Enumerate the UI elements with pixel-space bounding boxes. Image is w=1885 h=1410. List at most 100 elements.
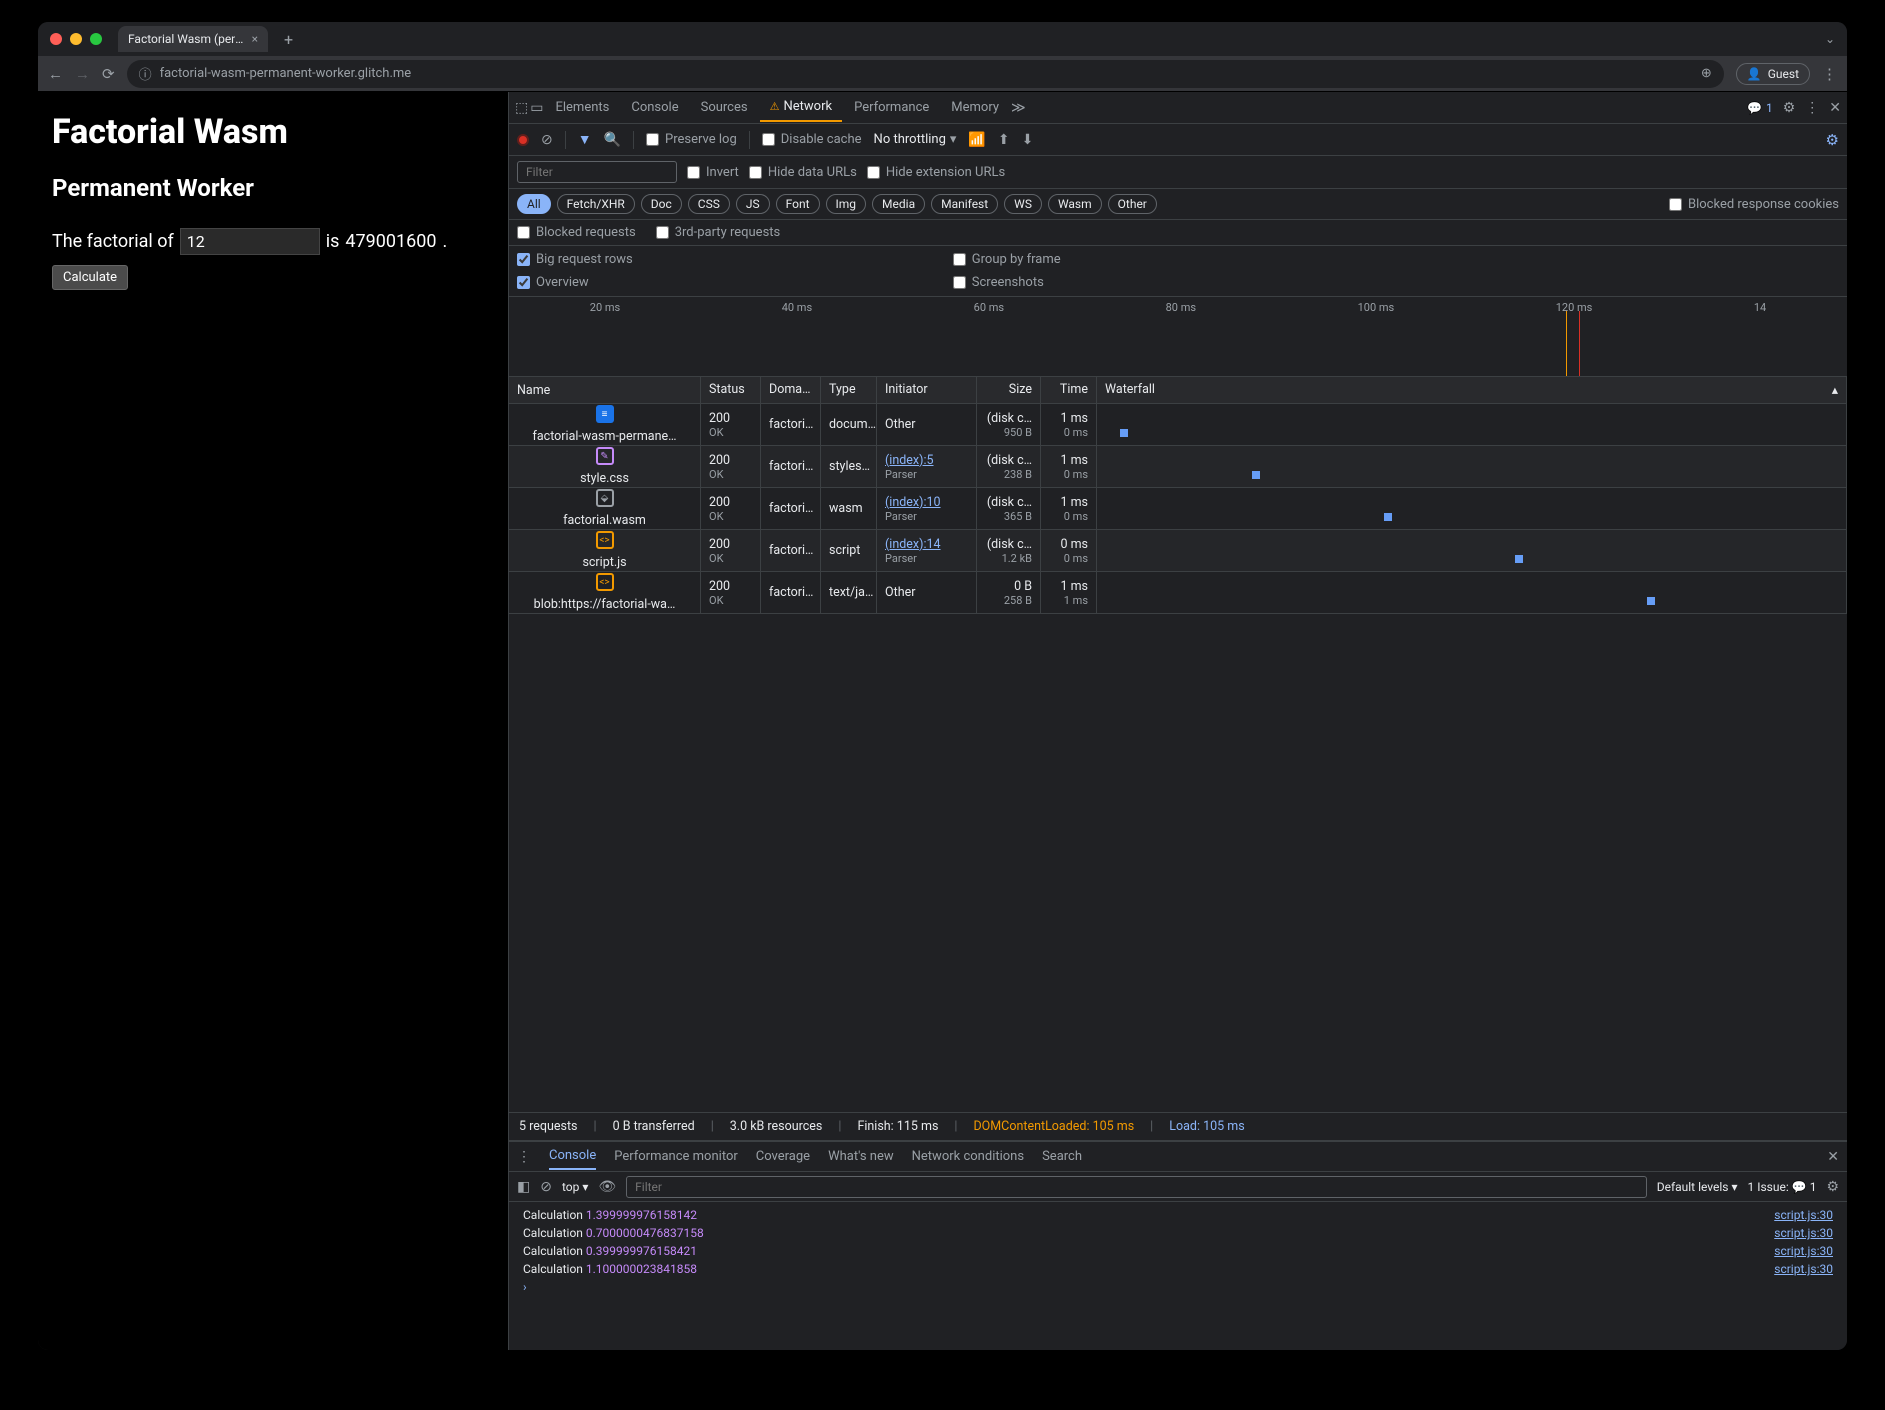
invert-checkbox[interactable]: Invert [687, 165, 739, 180]
close-drawer-icon[interactable]: ✕ [1827, 1149, 1839, 1165]
record-button[interactable] [517, 134, 529, 146]
browser-tab[interactable]: Factorial Wasm (permanent… × [118, 26, 268, 52]
log-source-link[interactable]: script.js:30 [1774, 1244, 1833, 1258]
col-time[interactable]: Time [1041, 377, 1097, 403]
table-row[interactable]: ✎style.css200OKfactori…styles…(index):5P… [509, 446, 1847, 488]
wifi-icon[interactable]: 📶 [968, 132, 985, 148]
throttling-select[interactable]: No throttling ▾ [874, 132, 957, 147]
log-source-link[interactable]: script.js:30 [1774, 1226, 1833, 1240]
drawer-tab-netcond[interactable]: Network conditions [912, 1144, 1024, 1169]
context-select[interactable]: top ▾ [562, 1180, 588, 1194]
type-chip-ws[interactable]: WS [1004, 194, 1042, 214]
console-settings-icon[interactable]: ⚙ [1826, 1179, 1839, 1195]
type-chip-img[interactable]: Img [826, 194, 867, 214]
table-row[interactable]: <>script.js200OKfactori…script(index):14… [509, 530, 1847, 572]
hide-data-urls-checkbox[interactable]: Hide data URLs [749, 165, 857, 180]
type-chip-manifest[interactable]: Manifest [931, 194, 998, 214]
type-chip-media[interactable]: Media [872, 194, 925, 214]
drawer-tab-coverage[interactable]: Coverage [756, 1144, 810, 1169]
col-waterfall[interactable]: Waterfall ▴ [1097, 377, 1847, 403]
tab-performance[interactable]: Performance [844, 94, 939, 121]
log-source-link[interactable]: script.js:30 [1774, 1262, 1833, 1276]
blocked-requests-checkbox[interactable]: Blocked requests [517, 225, 636, 240]
network-filter-input[interactable] [517, 161, 677, 183]
close-devtools-icon[interactable]: ✕ [1829, 100, 1841, 116]
upload-icon[interactable]: ⬆ [998, 132, 1010, 148]
maximize-window[interactable] [90, 33, 102, 45]
drawer-tab-search[interactable]: Search [1042, 1144, 1082, 1169]
table-row[interactable]: <>blob:https://factorial-wa…200OKfactori… [509, 572, 1847, 614]
reload-icon[interactable]: ⟳ [102, 65, 115, 83]
close-window[interactable] [50, 33, 62, 45]
overview-checkbox[interactable]: Overview [517, 275, 633, 290]
factorial-result: 479001600 [345, 231, 436, 252]
device-icon[interactable]: ▭ [530, 100, 543, 116]
type-chip-other[interactable]: Other [1108, 194, 1157, 214]
site-info-icon[interactable]: ⓘ [139, 64, 152, 83]
big-rows-checkbox[interactable]: Big request rows [517, 252, 633, 267]
drawer-menu-icon[interactable]: ⋮ [517, 1149, 531, 1165]
factorial-input[interactable] [180, 228, 320, 255]
type-chip-doc[interactable]: Doc [641, 194, 682, 214]
console-prompt[interactable]: › [509, 1278, 1847, 1296]
type-chip-css[interactable]: CSS [688, 194, 730, 214]
table-row[interactable]: ⬙factorial.wasm200OKfactori…wasm(index):… [509, 488, 1847, 530]
third-party-checkbox[interactable]: 3rd-party requests [656, 225, 781, 240]
type-chip-font[interactable]: Font [776, 194, 820, 214]
close-tab-icon[interactable]: × [252, 32, 258, 46]
live-expr-icon[interactable]: 👁 [598, 1179, 616, 1195]
tab-sources[interactable]: Sources [691, 94, 758, 121]
preserve-log-checkbox[interactable]: Preserve log [646, 132, 737, 147]
settings-icon[interactable]: ⚙ [1783, 100, 1796, 116]
group-frame-checkbox[interactable]: Group by frame [953, 252, 1061, 267]
type-chip-js[interactable]: JS [736, 194, 770, 214]
tab-elements[interactable]: Elements [545, 94, 619, 121]
sidebar-toggle-icon[interactable]: ◧ [517, 1179, 530, 1195]
disable-cache-checkbox[interactable]: Disable cache [762, 132, 862, 147]
zoom-icon[interactable]: ⊕ [1701, 66, 1712, 81]
minimize-window[interactable] [70, 33, 82, 45]
menu-icon[interactable]: ⋮ [1822, 65, 1837, 83]
type-chip-fetchxhr[interactable]: Fetch/XHR [557, 194, 635, 214]
profile-button[interactable]: 👤 Guest [1736, 63, 1810, 85]
hide-ext-urls-checkbox[interactable]: Hide extension URLs [867, 165, 1005, 180]
tab-memory[interactable]: Memory [941, 94, 1009, 121]
calculate-button[interactable]: Calculate [52, 265, 128, 290]
search-icon[interactable]: 🔍 [604, 132, 621, 148]
col-size[interactable]: Size [977, 377, 1041, 403]
clear-console-icon[interactable]: ⊘ [540, 1179, 552, 1195]
log-source-link[interactable]: script.js:30 [1774, 1208, 1833, 1222]
forward-icon[interactable]: → [75, 65, 90, 83]
more-icon[interactable]: ⋮ [1805, 100, 1819, 116]
new-tab-button[interactable]: + [284, 30, 293, 49]
tab-console[interactable]: Console [621, 94, 688, 121]
overview-timeline[interactable]: 20 ms40 ms60 ms80 ms100 ms120 ms14 [509, 297, 1847, 377]
issues-link[interactable]: 1 Issue: 💬 1 [1748, 1180, 1817, 1194]
col-type[interactable]: Type [821, 377, 877, 403]
drawer-tab-perfmon[interactable]: Performance monitor [614, 1144, 738, 1169]
col-status[interactable]: Status [701, 377, 761, 403]
screenshots-checkbox[interactable]: Screenshots [953, 275, 1061, 290]
filter-icon[interactable]: ▼ [578, 131, 592, 148]
tab-network[interactable]: Network [760, 93, 842, 122]
type-chip-all[interactable]: All [517, 194, 551, 214]
levels-select[interactable]: Default levels ▾ [1657, 1180, 1738, 1194]
tab-overflow-icon[interactable]: ⌄ [1825, 32, 1835, 46]
drawer-tab-whatsnew[interactable]: What's new [828, 1144, 894, 1169]
table-row[interactable]: ≡factorial-wasm-permane…200OKfactori…doc… [509, 404, 1847, 446]
blocked-cookies-checkbox[interactable]: Blocked response cookies [1669, 197, 1839, 212]
address-bar[interactable]: ⓘ factorial-wasm-permanent-worker.glitch… [127, 60, 1724, 88]
col-initiator[interactable]: Initiator [877, 377, 977, 403]
network-settings-icon[interactable]: ⚙ [1826, 131, 1839, 149]
more-tabs-icon[interactable]: ≫ [1011, 100, 1026, 116]
clear-icon[interactable]: ⊘ [541, 132, 553, 148]
col-name[interactable]: Name [509, 377, 701, 403]
col-domain[interactable]: Domain [761, 377, 821, 403]
type-chip-wasm[interactable]: Wasm [1048, 194, 1102, 214]
issues-badge[interactable]: 💬 1 [1747, 101, 1773, 115]
inspect-icon[interactable]: ⬚ [515, 100, 528, 116]
drawer-tab-console[interactable]: Console [549, 1143, 596, 1170]
download-icon[interactable]: ⬇ [1022, 132, 1034, 148]
back-icon[interactable]: ← [48, 65, 63, 83]
console-filter-input[interactable] [626, 1176, 1647, 1198]
